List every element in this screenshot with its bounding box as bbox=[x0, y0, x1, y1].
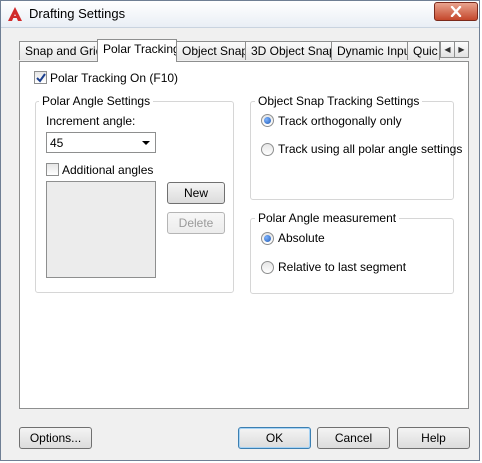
absolute-radio[interactable] bbox=[261, 232, 274, 245]
help-button[interactable]: Help bbox=[397, 427, 470, 449]
polar-angle-measurement-title: Polar Angle measurement bbox=[255, 211, 400, 225]
drafting-settings-dialog: Drafting Settings Snap and Grid Polar Tr… bbox=[0, 0, 480, 461]
additional-angles-list[interactable] bbox=[46, 181, 156, 278]
track-all-polar-radio[interactable] bbox=[261, 143, 274, 156]
tab-strip: Snap and Grid Polar Tracking Object Snap… bbox=[16, 39, 470, 62]
increment-angle-combobox[interactable]: 45 bbox=[46, 132, 156, 153]
tab-quick-properties[interactable]: Quic bbox=[407, 41, 440, 60]
checkmark-icon bbox=[36, 73, 46, 83]
increment-angle-value: 45 bbox=[50, 136, 64, 150]
tab-snap-and-grid[interactable]: Snap and Grid bbox=[19, 41, 98, 60]
close-icon bbox=[450, 6, 462, 17]
relative-to-last-segment-radio[interactable] bbox=[261, 261, 274, 274]
ok-button[interactable]: OK bbox=[238, 427, 311, 449]
polar-angle-measurement-group bbox=[250, 218, 454, 294]
title-bar[interactable]: Drafting Settings bbox=[1, 1, 479, 28]
polar-angle-settings-title: Polar Angle Settings bbox=[39, 94, 154, 108]
relative-to-last-segment-label: Relative to last segment bbox=[278, 260, 407, 274]
polar-tracking-on-label: Polar Tracking On (F10) bbox=[50, 71, 179, 85]
track-orthogonally-label: Track orthogonally only bbox=[278, 114, 402, 128]
cancel-button[interactable]: Cancel bbox=[317, 427, 390, 449]
chevron-left-icon[interactable]: ◀ bbox=[440, 41, 455, 58]
options-button[interactable]: Options... bbox=[19, 427, 92, 449]
track-orthogonally-radio[interactable] bbox=[261, 114, 274, 127]
increment-angle-label: Increment angle: bbox=[46, 114, 136, 128]
object-snap-tracking-title: Object Snap Tracking Settings bbox=[255, 94, 423, 108]
new-angle-button[interactable]: New bbox=[167, 182, 225, 204]
tab-3d-object-snap[interactable]: 3D Object Snap bbox=[245, 41, 332, 60]
window-title: Drafting Settings bbox=[29, 6, 126, 21]
polar-tracking-on-checkbox[interactable] bbox=[34, 71, 47, 84]
additional-angles-checkbox[interactable] bbox=[46, 163, 59, 176]
tab-dynamic-input[interactable]: Dynamic Input bbox=[331, 41, 408, 60]
tab-object-snap[interactable]: Object Snap bbox=[176, 41, 246, 60]
autocad-a-icon bbox=[7, 6, 23, 22]
delete-angle-button[interactable]: Delete bbox=[167, 212, 225, 234]
track-all-polar-label: Track using all polar angle settings bbox=[278, 142, 463, 156]
close-button[interactable] bbox=[434, 2, 478, 21]
tab-polar-tracking[interactable]: Polar Tracking bbox=[97, 39, 177, 62]
additional-angles-label: Additional angles bbox=[62, 163, 154, 177]
chevron-right-icon[interactable]: ▶ bbox=[454, 41, 469, 58]
absolute-label: Absolute bbox=[278, 231, 325, 245]
dropdown-arrow-icon[interactable] bbox=[142, 141, 150, 145]
